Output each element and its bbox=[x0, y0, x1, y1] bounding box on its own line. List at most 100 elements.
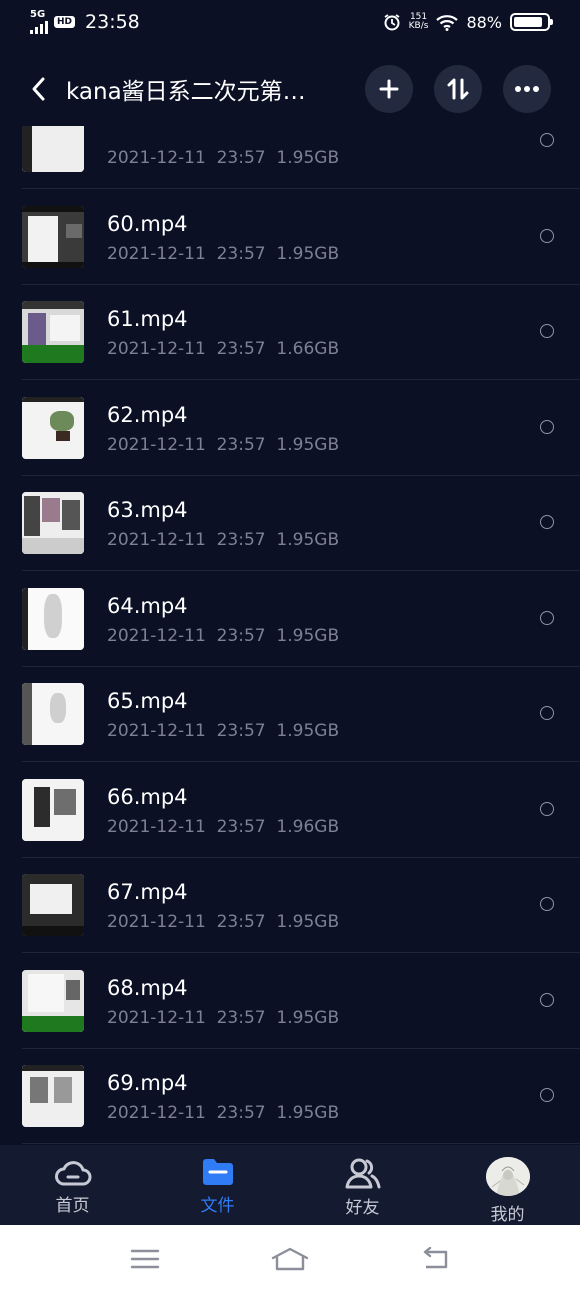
cloud-icon bbox=[54, 1161, 91, 1186]
menu-icon[interactable] bbox=[130, 1248, 160, 1270]
file-time: 23:57 bbox=[216, 339, 266, 359]
file-date: 2021-12-11 bbox=[107, 339, 206, 359]
network-indicator: 5G bbox=[30, 10, 48, 34]
file-row[interactable]: 65.mp4 2021-12-11 23:57 1.95GB bbox=[0, 667, 580, 762]
file-time: 23:57 bbox=[216, 243, 266, 264]
file-time: 23:57 bbox=[216, 530, 266, 550]
select-radio[interactable] bbox=[540, 897, 554, 911]
select-radio[interactable] bbox=[540, 133, 554, 147]
file-time: 23:57 bbox=[216, 1007, 266, 1028]
file-meta: 2021-12-11 23:57 1.95GB bbox=[107, 530, 339, 550]
file-date: 2021-12-11 bbox=[107, 1007, 206, 1028]
file-name: 65.mp4 bbox=[107, 689, 188, 713]
home-icon[interactable] bbox=[270, 1246, 310, 1272]
file-row[interactable]: 62.mp4 2021-12-11 23:57 1.95GB bbox=[0, 381, 580, 476]
tab-me-label: 我的 bbox=[490, 1205, 525, 1225]
status-bar: 5G HD 23:58 151 KB/s 88% bbox=[0, 0, 580, 44]
more-button[interactable] bbox=[503, 65, 551, 113]
net-speed: 151 KB/s bbox=[409, 13, 429, 31]
tab-friends[interactable]: 好友 bbox=[290, 1145, 435, 1225]
file-row[interactable]: 60.mp4 2021-12-11 23:57 1.95GB bbox=[0, 190, 580, 285]
tab-files[interactable]: 文件 bbox=[145, 1145, 290, 1225]
video-thumbnail bbox=[22, 126, 84, 172]
tab-friends-label: 好友 bbox=[345, 1198, 380, 1218]
signal-icon bbox=[30, 20, 48, 34]
file-date: 2021-12-11 bbox=[107, 148, 206, 168]
file-row[interactable]: 68.mp4 2021-12-11 23:57 1.95GB bbox=[0, 954, 580, 1049]
sort-button[interactable] bbox=[434, 65, 482, 113]
file-row[interactable]: 63.mp4 2021-12-11 23:57 1.95GB bbox=[0, 476, 580, 571]
avatar bbox=[485, 1157, 530, 1196]
file-size: 1.95GB bbox=[276, 148, 340, 168]
net-speed-unit: KB/s bbox=[408, 21, 429, 31]
file-time: 23:57 bbox=[216, 721, 266, 741]
file-row[interactable]: 69.mp4 2021-12-11 23:57 1.95GB bbox=[0, 1049, 580, 1144]
select-radio[interactable] bbox=[540, 324, 554, 338]
file-name: 64.mp4 bbox=[107, 593, 188, 618]
file-row[interactable]: 67.mp4 2021-12-11 23:57 1.95GB bbox=[0, 858, 580, 953]
video-thumbnail bbox=[22, 969, 84, 1032]
file-meta: 2021-12-11 23:57 1.95GB bbox=[107, 435, 339, 455]
file-meta: 2021-12-11 23:57 1.95GB bbox=[107, 244, 339, 264]
video-thumbnail bbox=[22, 396, 84, 459]
file-time: 23:57 bbox=[216, 434, 266, 455]
video-thumbnail bbox=[22, 874, 84, 936]
wifi-icon bbox=[436, 14, 459, 31]
file-list[interactable]: 2021-12-11 23:57 1.95GB 60.mp4 2021-12-11 … bbox=[0, 126, 580, 1144]
back-nav-icon[interactable] bbox=[420, 1247, 450, 1271]
battery-percent: 88% bbox=[466, 12, 502, 32]
header: kana酱日系二次元第… bbox=[0, 60, 580, 118]
select-radio[interactable] bbox=[540, 228, 554, 243]
battery-icon bbox=[510, 13, 553, 31]
video-thumbnail bbox=[22, 1065, 84, 1127]
file-meta: 2021-12-11 23:57 1.95GB bbox=[107, 1103, 339, 1123]
status-left: 5G HD 23:58 bbox=[30, 10, 140, 34]
file-meta: 2021-12-11 23:57 1.95GB bbox=[107, 721, 339, 741]
more-dots-icon bbox=[515, 86, 539, 92]
page-title: kana酱日系二次元第… bbox=[66, 79, 306, 105]
file-date: 2021-12-11 bbox=[107, 434, 206, 455]
file-time: 23:57 bbox=[216, 816, 266, 837]
tab-files-label: 文件 bbox=[200, 1196, 235, 1216]
plus-icon bbox=[379, 79, 399, 99]
select-radio[interactable] bbox=[540, 706, 554, 720]
file-size: 1.95GB bbox=[276, 1007, 340, 1028]
add-button[interactable] bbox=[365, 65, 413, 113]
sort-arrows-icon bbox=[447, 78, 469, 100]
file-date: 2021-12-11 bbox=[107, 816, 206, 837]
file-name: 60.mp4 bbox=[107, 211, 188, 236]
file-name: 69.mp4 bbox=[107, 1071, 188, 1095]
select-radio[interactable] bbox=[540, 419, 554, 434]
file-name: 66.mp4 bbox=[107, 784, 188, 809]
tab-home-label: 首页 bbox=[55, 1196, 90, 1216]
file-date: 2021-12-11 bbox=[107, 625, 206, 646]
file-size: 1.95GB bbox=[276, 625, 340, 646]
file-size: 1.95GB bbox=[276, 912, 340, 932]
file-size: 1.96GB bbox=[276, 816, 340, 837]
video-thumbnail bbox=[22, 301, 84, 363]
file-meta: 2021-12-11 23:57 1.95GB bbox=[107, 1008, 339, 1028]
select-radio[interactable] bbox=[540, 801, 554, 816]
network-type: 5G bbox=[30, 9, 46, 20]
file-row[interactable]: 61.mp4 2021-12-11 23:57 1.66GB bbox=[0, 285, 580, 380]
file-size: 1.95GB bbox=[276, 434, 340, 455]
video-thumbnail bbox=[22, 492, 84, 554]
file-row[interactable]: 2021-12-11 23:57 1.95GB bbox=[0, 126, 580, 189]
select-radio[interactable] bbox=[540, 515, 554, 529]
tab-home[interactable]: 首页 bbox=[0, 1145, 145, 1225]
file-size: 1.95GB bbox=[276, 243, 340, 264]
tab-me[interactable]: 我的 bbox=[435, 1145, 580, 1225]
file-name: 61.mp4 bbox=[107, 307, 188, 331]
select-radio[interactable] bbox=[540, 610, 554, 625]
file-meta: 2021-12-11 23:57 1.95GB bbox=[107, 912, 339, 932]
file-date: 2021-12-11 bbox=[107, 530, 206, 550]
file-date: 2021-12-11 bbox=[107, 721, 206, 741]
back-button[interactable] bbox=[22, 69, 54, 109]
select-radio[interactable] bbox=[540, 992, 554, 1007]
file-row[interactable]: 66.mp4 2021-12-11 23:57 1.96GB bbox=[0, 763, 580, 858]
video-thumbnail bbox=[22, 205, 84, 268]
select-radio[interactable] bbox=[540, 1088, 554, 1102]
file-row[interactable]: 64.mp4 2021-12-11 23:57 1.95GB bbox=[0, 572, 580, 667]
file-time: 23:57 bbox=[216, 625, 266, 646]
system-nav-bar bbox=[0, 1225, 580, 1293]
